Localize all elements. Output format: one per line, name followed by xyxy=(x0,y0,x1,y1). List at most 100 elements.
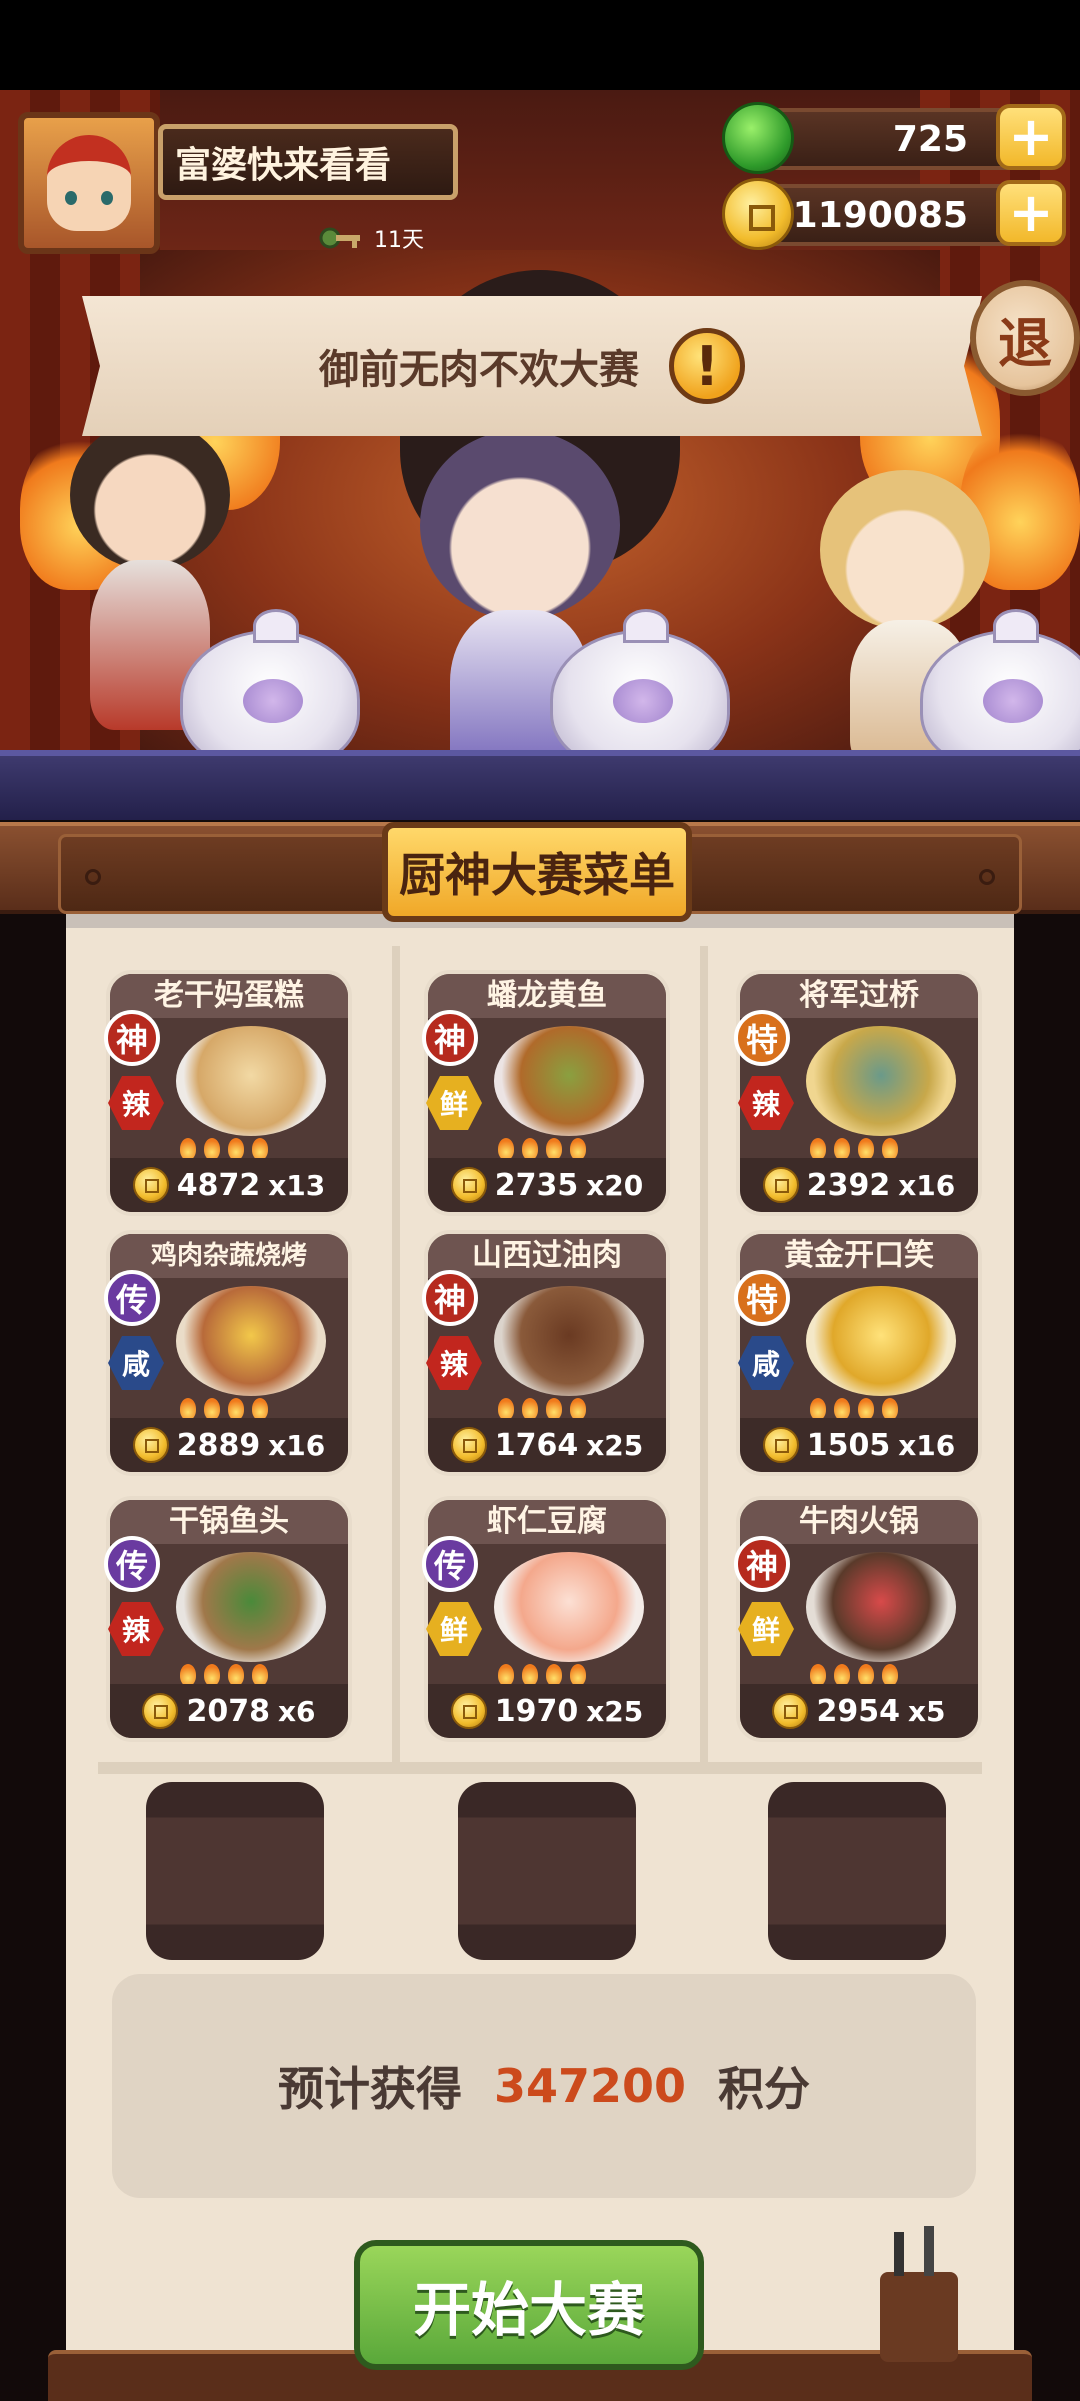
dish-card[interactable]: 将军过桥 2392 x16 特 辣 xyxy=(734,970,982,1216)
exit-button[interactable]: 退 xyxy=(970,280,1080,396)
dish-name: 山西过油肉 xyxy=(428,1234,666,1278)
player-avatar[interactable] xyxy=(18,112,160,254)
taste-badge: 辣 xyxy=(108,1076,164,1130)
dish-score: 1764 xyxy=(494,1427,579,1463)
add-coins-button[interactable]: + xyxy=(996,180,1066,246)
dish-card[interactable]: 干锅鱼头 2078 x6 传 辣 xyxy=(104,1496,352,1742)
start-contest-button[interactable]: 开始大赛 xyxy=(354,2240,704,2370)
dish-multiplier: x25 xyxy=(586,1694,644,1728)
dish-image xyxy=(494,1552,644,1662)
dish-multiplier: x16 xyxy=(268,1428,326,1462)
dish-card[interactable]: 山西过油肉 1764 x25 神 辣 xyxy=(422,1230,670,1476)
rank-badge: 神 xyxy=(422,1270,478,1326)
taste-badge: 辣 xyxy=(108,1602,164,1656)
dish-reward: 2889 x16 xyxy=(110,1418,348,1472)
player-name[interactable]: 富婆快来看看 xyxy=(158,124,458,200)
dish-slot-empty[interactable] xyxy=(458,1782,636,1960)
dish-multiplier: x13 xyxy=(268,1168,326,1202)
dish-multiplier: x6 xyxy=(277,1694,316,1728)
days-label: 11天 xyxy=(374,228,424,253)
dish-image xyxy=(176,1552,326,1662)
coin-icon xyxy=(450,1693,487,1729)
rank-badge: 神 xyxy=(104,1010,160,1066)
column-divider xyxy=(392,946,400,1762)
dish-reward: 2735 x20 xyxy=(428,1158,666,1212)
estimate-panel: 预计获得 347200 积分 xyxy=(112,1974,976,2198)
dish-multiplier: x16 xyxy=(898,1428,956,1462)
dish-reward: 4872 x13 xyxy=(110,1158,348,1212)
rank-badge: 神 xyxy=(422,1010,478,1066)
dish-card[interactable]: 牛肉火锅 2954 x5 神 鲜 xyxy=(734,1496,982,1742)
taste-badge: 辣 xyxy=(426,1336,482,1390)
dish-name: 鸡肉杂蔬烧烤 xyxy=(110,1234,348,1278)
menu-title: 厨神大赛菜单 xyxy=(382,822,692,922)
dish-slot-empty[interactable] xyxy=(768,1782,946,1960)
dish-card[interactable]: 老干妈蛋糕 4872 x13 神 辣 xyxy=(104,970,352,1216)
event-title: 御前无肉不欢大赛 xyxy=(319,347,639,393)
heat-level xyxy=(498,1664,586,1686)
dish-reward: 1505 x16 xyxy=(740,1418,978,1472)
gem-amount: 725 xyxy=(892,118,968,160)
estimate-value: 347200 xyxy=(493,2059,687,2113)
heat-level xyxy=(498,1398,586,1420)
dish-name: 老干妈蛋糕 xyxy=(110,974,348,1018)
taste-badge: 鲜 xyxy=(426,1076,482,1130)
dish-reward: 2954 x5 xyxy=(740,1684,978,1738)
estimate-prefix: 预计获得 xyxy=(277,2062,462,2116)
coin-icon xyxy=(142,1693,179,1729)
dish-slot-empty[interactable] xyxy=(146,1782,324,1960)
dish-reward: 1970 x25 xyxy=(428,1684,666,1738)
heat-level xyxy=(180,1398,268,1420)
heat-level xyxy=(810,1138,898,1160)
dish-card[interactable]: 鸡肉杂蔬烧烤 2889 x16 传 咸 xyxy=(104,1230,352,1476)
jade-gem-icon xyxy=(722,102,794,174)
rank-badge: 传 xyxy=(104,1536,160,1592)
rank-badge: 神 xyxy=(734,1536,790,1592)
dish-name: 干锅鱼头 xyxy=(110,1500,348,1544)
dish-reward: 1764 x25 xyxy=(428,1418,666,1472)
dish-card[interactable]: 黄金开口笑 1505 x16 特 咸 xyxy=(734,1230,982,1476)
coin-icon xyxy=(450,1167,487,1203)
heat-level xyxy=(810,1398,898,1420)
knife-block-icon xyxy=(880,2226,958,2362)
dish-score: 2735 xyxy=(494,1167,579,1203)
rank-badge: 传 xyxy=(422,1536,478,1592)
membership-days[interactable]: 11天 xyxy=(316,222,424,254)
add-gems-button[interactable]: + xyxy=(996,104,1066,170)
estimate-suffix: 积分 xyxy=(718,2062,811,2116)
exclamation-icon[interactable]: ! xyxy=(669,328,745,404)
dish-image xyxy=(176,1286,326,1396)
dish-score: 4872 xyxy=(176,1167,261,1203)
dish-name: 黄金开口笑 xyxy=(740,1234,978,1278)
status-bar xyxy=(0,0,1080,90)
heat-level xyxy=(498,1138,586,1160)
dish-image xyxy=(806,1552,956,1662)
coin-icon xyxy=(762,1167,799,1203)
dish-reward: 2392 x16 xyxy=(740,1158,978,1212)
taste-badge: 咸 xyxy=(738,1336,794,1390)
section-divider xyxy=(98,1762,982,1774)
dish-image xyxy=(176,1026,326,1136)
coin-icon xyxy=(772,1693,809,1729)
taste-badge: 辣 xyxy=(738,1076,794,1130)
dish-score: 2954 xyxy=(816,1693,900,1729)
taste-badge: 鲜 xyxy=(426,1602,482,1656)
dish-score: 2078 xyxy=(186,1693,270,1729)
dish-card[interactable]: 虾仁豆腐 1970 x25 传 鲜 xyxy=(422,1496,670,1742)
dish-reward: 2078 x6 xyxy=(110,1684,348,1738)
dish-multiplier: x25 xyxy=(586,1428,644,1462)
coin-icon xyxy=(132,1167,169,1203)
heat-level xyxy=(810,1664,898,1686)
heat-level xyxy=(180,1664,268,1686)
teapot-center xyxy=(550,609,730,770)
taste-badge: 咸 xyxy=(108,1336,164,1390)
dish-card[interactable]: 蟠龙黄鱼 2735 x20 神 鲜 xyxy=(422,970,670,1216)
dish-score: 2889 xyxy=(176,1427,261,1463)
coin-icon xyxy=(722,178,794,250)
dish-name: 虾仁豆腐 xyxy=(428,1500,666,1544)
dish-image xyxy=(494,1026,644,1136)
dish-image xyxy=(806,1026,956,1136)
dish-image xyxy=(806,1286,956,1396)
coin-amount: 1190085 xyxy=(792,194,968,236)
dish-name: 将军过桥 xyxy=(740,974,978,1018)
